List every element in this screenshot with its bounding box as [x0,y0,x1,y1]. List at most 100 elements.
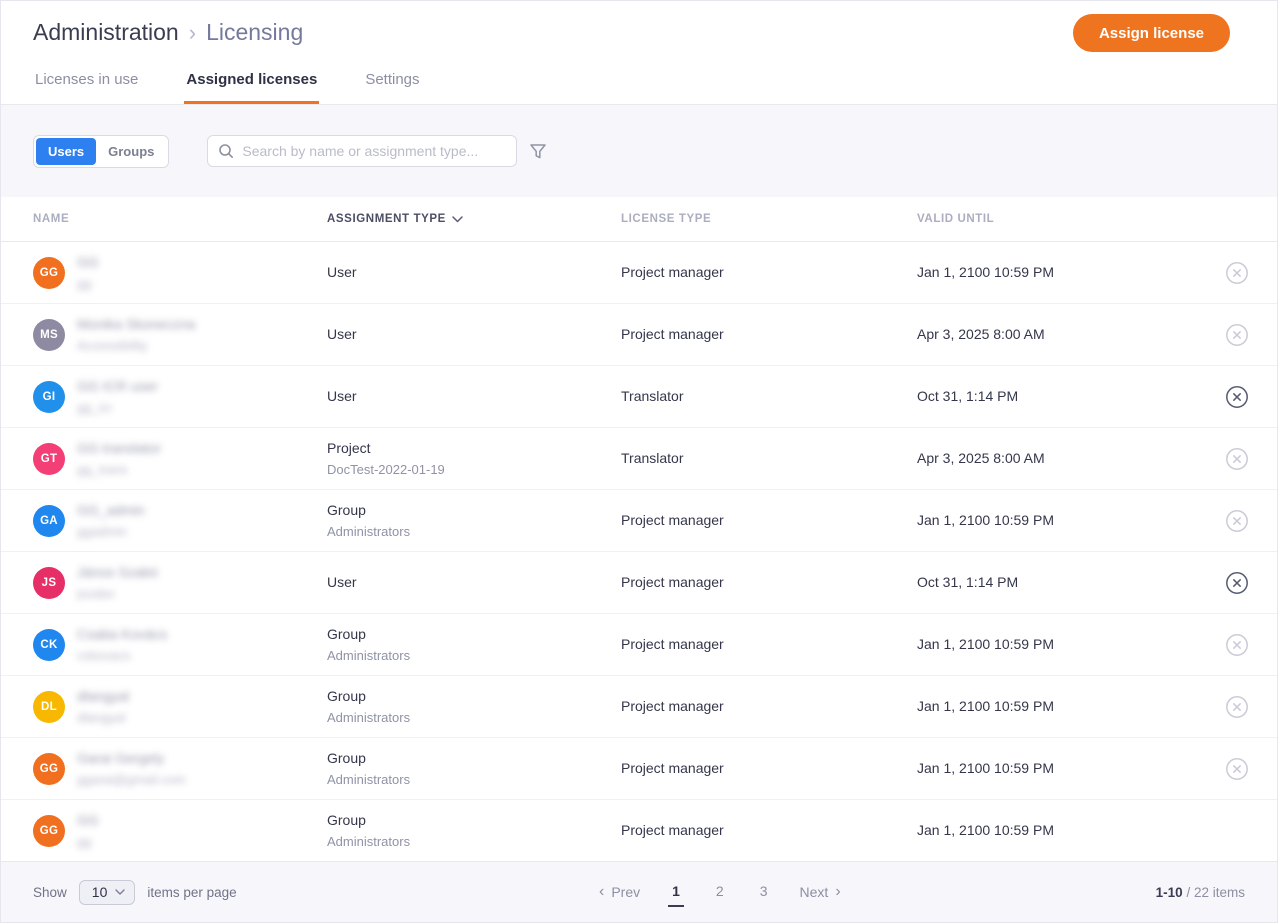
remove-circle-x-icon [1225,571,1249,595]
page-button-3[interactable]: 3 [756,877,772,907]
search-input[interactable] [242,143,506,159]
name-cell: GA GG_admin ggadmin [33,500,327,542]
valid-until-cell: Jan 1, 2100 10:59 PM [917,512,1197,530]
remove-license-button[interactable] [1224,322,1250,348]
valid-until-cell: Jan 1, 2100 10:59 PM [917,760,1197,778]
prev-page-button[interactable]: ‹ Prev [599,884,640,900]
name-stack: Csaba Kovács cskovacs [77,624,167,666]
filter-funnel-icon[interactable] [529,143,547,160]
avatar: MS [33,319,65,351]
column-header-license-type[interactable]: LICENSE TYPE [621,213,917,225]
assignment-detail: DocTest-2022-01-19 [327,459,621,480]
avatar: GI [33,381,65,413]
user-username: ggarai@gmail.com [77,769,186,790]
name-cell: GT GG translator gg_trans [33,438,327,480]
name-stack: GG gg [77,252,99,294]
remove-license-button[interactable] [1224,384,1250,410]
tab-assigned-licenses[interactable]: Assigned licenses [184,71,319,104]
name-cell: GG GG gg [33,252,327,294]
action-cell [1197,508,1277,534]
toggle-groups[interactable]: Groups [96,138,166,165]
user-username: gg [77,273,99,294]
user-username: gg_icr [77,397,158,418]
remove-circle-x-icon [1225,509,1249,533]
assignment-detail: Administrators [327,769,621,790]
assign-license-button[interactable]: Assign license [1073,14,1230,52]
name-stack: dlangyal dlangyal [77,686,129,728]
breadcrumb: Administration › Licensing [33,19,303,46]
next-chevron-icon: › [835,884,840,900]
breadcrumb-administration[interactable]: Administration [33,19,179,46]
toggle-users[interactable]: Users [36,138,96,165]
table-header: NAME ASSIGNMENT TYPE LICENSE TYPE VALID … [1,197,1277,242]
remove-license-button[interactable] [1224,446,1250,472]
name-stack: GG gg [77,810,99,852]
user-name: GG [77,810,99,831]
user-name: dlangyal [77,686,129,707]
name-stack: Garai Gergely ggarai@gmail.com [77,748,186,790]
next-page-button[interactable]: Next › [800,884,841,900]
remove-license-button[interactable] [1224,694,1250,720]
name-cell: GI GG ICR user gg_icr [33,376,327,418]
remove-license-button[interactable] [1224,508,1250,534]
table-row: GG Garai Gergely ggarai@gmail.com Group … [1,738,1277,800]
action-cell [1197,322,1277,348]
valid-until-cell: Oct 31, 1:14 PM [917,574,1197,592]
name-cell: GG Garai Gergely ggarai@gmail.com [33,748,327,790]
action-cell [1197,570,1277,596]
valid-until-cell: Jan 1, 2100 10:59 PM [917,698,1197,716]
license-type: Project manager [621,512,724,528]
assignment-cell: Group Administrators [327,500,621,542]
license-cell: Project manager [621,698,917,716]
page-button-1[interactable]: 1 [668,877,684,907]
tab-settings[interactable]: Settings [363,71,421,104]
search-field[interactable] [207,135,517,167]
avatar: GG [33,257,65,289]
search-icon [218,143,234,159]
page-header: Administration › Licensing Assign licens… [1,1,1277,105]
name-cell: JS János Szabó jszabo [33,562,327,604]
license-cell: Project manager [621,822,917,840]
assignment-type: Group [327,686,621,707]
remove-circle-x-icon [1225,385,1249,409]
name-cell: CK Csaba Kovács cskovacs [33,624,327,666]
page-button-2[interactable]: 2 [712,877,728,907]
assignment-cell: Project DocTest-2022-01-19 [327,438,621,480]
valid-until: Jan 1, 2100 10:59 PM [917,822,1054,838]
table-row: CK Csaba Kovács cskovacs Group Administr… [1,614,1277,676]
items-range: 1-10 [1156,885,1183,900]
assignment-type: User [327,324,621,345]
action-cell [1197,632,1277,658]
valid-until: Jan 1, 2100 10:59 PM [917,264,1054,280]
remove-circle-x-icon [1225,695,1249,719]
remove-license-button[interactable] [1224,756,1250,782]
remove-circle-x-icon [1225,261,1249,285]
license-cell: Project manager [621,636,917,654]
remove-license-button[interactable] [1224,632,1250,658]
page-title: Licensing [206,19,303,46]
assignment-cell: Group Administrators [327,810,621,852]
table-row: GG GG gg Group Administrators Project ma… [1,800,1277,861]
assignment-type: Group [327,624,621,645]
assignment-detail: Administrators [327,831,621,852]
select-chevron-down-icon [115,889,125,895]
page-size-value: 10 [92,884,108,900]
column-header-valid-until[interactable]: VALID UNTIL [917,213,1197,225]
license-cell: Translator [621,388,917,406]
remove-license-button[interactable] [1224,260,1250,286]
page-size-select[interactable]: 10 [79,880,136,905]
tab-licenses-in-use[interactable]: Licenses in use [33,71,140,104]
assignment-cell: User [327,572,621,593]
column-header-assignment-type[interactable]: ASSIGNMENT TYPE [327,213,621,225]
page-size-group: Show 10 items per page [33,880,237,905]
license-type: Project manager [621,326,724,342]
licensing-admin-page: Administration › Licensing Assign licens… [0,0,1278,923]
remove-license-button[interactable] [1224,570,1250,596]
column-header-name[interactable]: NAME [33,213,327,225]
license-cell: Project manager [621,574,917,592]
user-username: cskovacs [77,645,167,666]
avatar: GA [33,505,65,537]
avatar: DL [33,691,65,723]
assignment-cell: Group Administrators [327,748,621,790]
table-row: MS Monika Skoneczna Accessibility User P… [1,304,1277,366]
